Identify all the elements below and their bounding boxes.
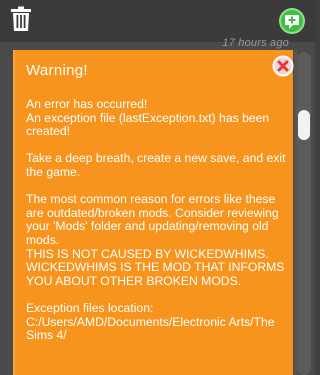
scrollbar-track[interactable] <box>297 52 311 375</box>
message-paragraph-mods: The most common reason for errors like t… <box>26 192 288 288</box>
notification-toolbar: 17 hours ago <box>0 0 315 49</box>
warning-notification-card: Warning! An error has occurred! An excep… <box>13 50 295 375</box>
close-notification-button[interactable] <box>271 54 295 78</box>
notification-panel: 17 hours ago Warning! An error has occur… <box>0 0 315 375</box>
message-line: The most common reason for errors like t… <box>26 192 285 288</box>
message-paragraph-error: An error has occurred! An exception file… <box>26 97 288 139</box>
message-line: Exception files location: C:/Users/AMD/D… <box>26 300 275 343</box>
notification-message: An error has occurred! An exception file… <box>26 97 288 343</box>
scrollbar-thumb[interactable] <box>298 110 310 140</box>
trash-icon <box>11 6 31 31</box>
add-notification-icon <box>279 8 305 34</box>
message-line: An error has occurred! An exception file… <box>26 97 270 139</box>
add-notification-button[interactable] <box>278 7 306 35</box>
message-paragraph-advice: Take a deep breath, create a new save, a… <box>26 152 288 179</box>
message-paragraph-location: Exception files location: C:/Users/AMD/D… <box>26 300 288 343</box>
message-line: Take a deep breath, create a new save, a… <box>26 151 286 179</box>
delete-button[interactable] <box>10 6 32 32</box>
notification-timestamp: 17 hours ago <box>222 37 289 49</box>
notification-title: Warning! <box>26 62 88 79</box>
close-icon <box>272 55 294 77</box>
